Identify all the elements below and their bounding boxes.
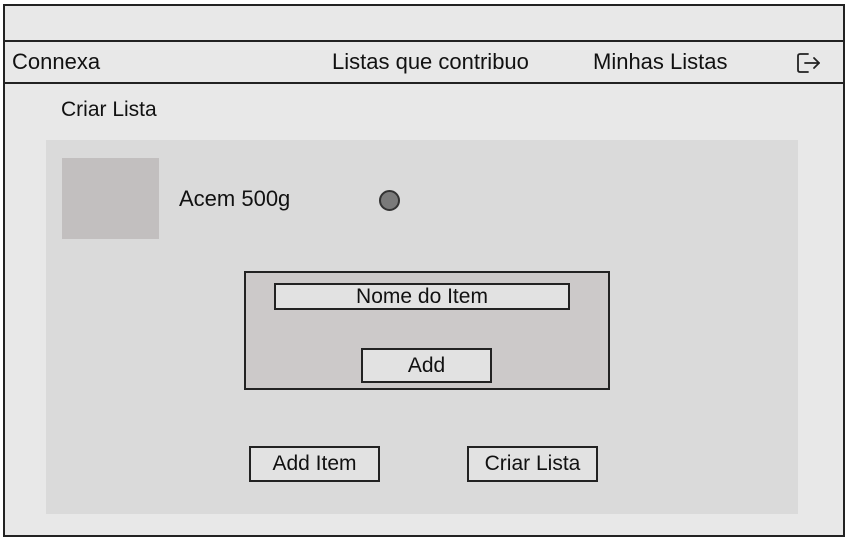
logout-icon[interactable]	[795, 51, 825, 75]
item-select-radio[interactable]	[379, 190, 400, 211]
window-titlebar	[5, 6, 843, 42]
page-title: Criar Lista	[61, 98, 157, 121]
add-item-dialog: Add	[244, 271, 610, 390]
item-name-input[interactable]	[274, 283, 570, 310]
nav-contributed-lists[interactable]: Listas que contribuo	[332, 50, 529, 74]
app-window: Connexa Listas que contribuo Minhas List…	[3, 4, 845, 537]
nav-my-lists[interactable]: Minhas Listas	[593, 50, 728, 74]
top-navbar: Connexa Listas que contribuo Minhas List…	[5, 42, 843, 84]
add-button[interactable]: Add	[361, 348, 492, 383]
brand-logo[interactable]: Connexa	[12, 50, 100, 74]
item-name: Acem 500g	[179, 186, 291, 211]
add-item-button[interactable]: Add Item	[249, 446, 380, 482]
item-thumbnail-image-placeholder	[62, 158, 159, 239]
create-list-button[interactable]: Criar Lista	[467, 446, 598, 482]
list-editor-panel: Acem 500g Add Add Item Criar Lista	[46, 140, 798, 514]
